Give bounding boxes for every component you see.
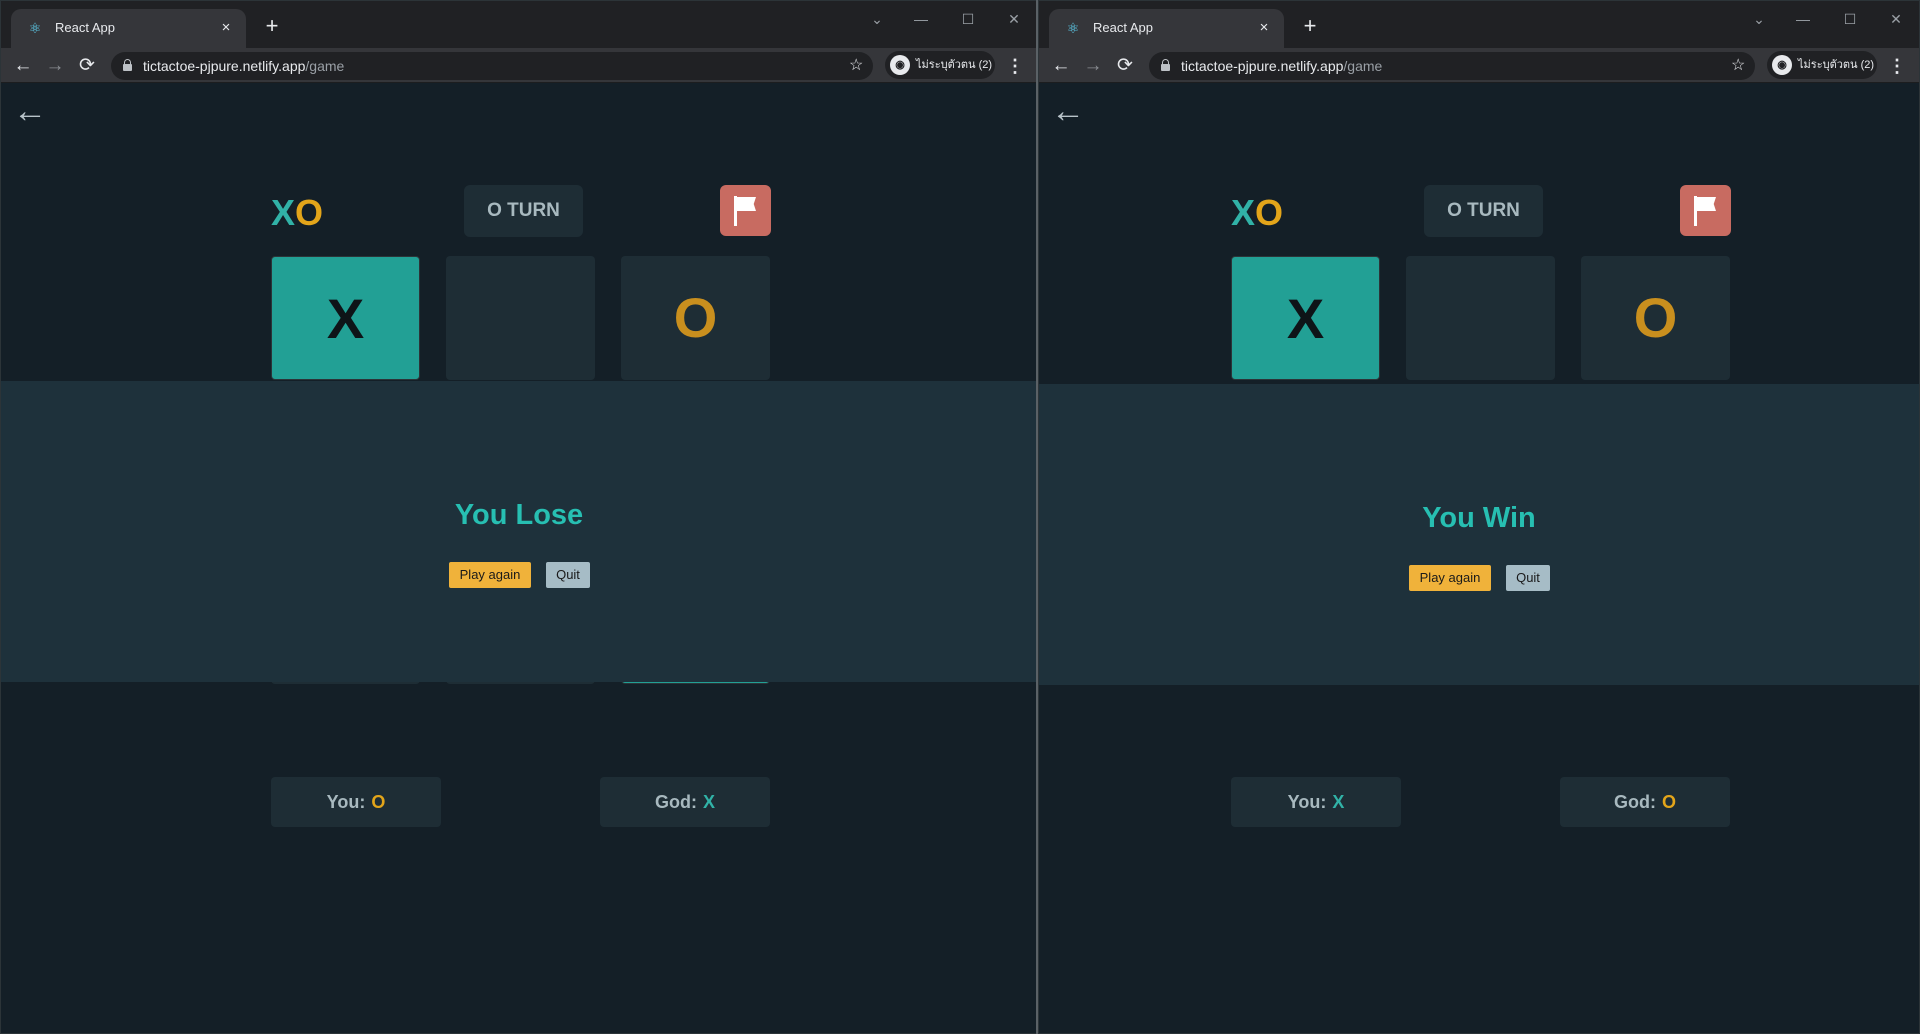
forward-nav-icon[interactable]: → (41, 52, 69, 80)
surrender-button[interactable] (1680, 185, 1731, 236)
screen: ⚛ React App × + ⌄ — ☐ ✕ ← → ⟳ tictactoe-… (0, 0, 1920, 1034)
player-score-god: God: X (600, 777, 770, 827)
incognito-icon: ◉ (890, 55, 910, 75)
address-bar[interactable]: tictactoe-pjpure.netlify.app/game ☆ (111, 52, 873, 80)
play-again-button[interactable]: Play again (449, 562, 531, 588)
browser-tab[interactable]: ⚛ React App × (1049, 9, 1284, 48)
board-cell[interactable]: X (1231, 256, 1380, 380)
url-text: tictactoe-pjpure.netlify.app/game (1181, 58, 1383, 74)
quit-button[interactable]: Quit (1506, 565, 1550, 591)
flag-icon (1694, 196, 1716, 226)
back-arrow-icon[interactable]: ← (1051, 93, 1087, 129)
minimize-icon[interactable]: — (906, 7, 936, 31)
flag-icon (734, 196, 756, 226)
result-title: You Lose (454, 499, 584, 531)
browser-toolbar: ← → ⟳ tictactoe-pjpure.netlify.app/game … (1, 48, 1037, 83)
board-cell[interactable] (1406, 256, 1555, 380)
profile-label: ไม่ระบุตัวตน (2) (916, 59, 993, 71)
incognito-icon: ◉ (1772, 55, 1792, 75)
result-overlay: You Win Play again Quit (1039, 384, 1919, 685)
tab-search-icon[interactable]: ⌄ (862, 7, 892, 31)
board-cell[interactable]: O (1581, 256, 1730, 380)
play-again-button[interactable]: Play again (1409, 565, 1491, 591)
game-page: ← XO O TURN X O X O X You:X God:O (1039, 83, 1919, 1033)
lock-icon (1161, 59, 1170, 72)
back-arrow-icon[interactable]: ← (13, 93, 49, 129)
maximize-icon[interactable]: ☐ (953, 7, 983, 31)
maximize-icon[interactable]: ☐ (1835, 7, 1865, 31)
close-window-icon[interactable]: ✕ (999, 7, 1029, 31)
profile-label: ไม่ระบุตัวตน (2) (1798, 59, 1875, 71)
quit-button[interactable]: Quit (546, 562, 590, 588)
browser-window-right: ⚛ React App × + ⌄ — ☐ ✕ ← → ⟳ tictactoe-… (1038, 0, 1920, 1034)
back-nav-icon[interactable]: ← (9, 52, 37, 80)
game-page: ← XO O TURN X O X O X You:O God:X (1, 83, 1037, 1033)
forward-nav-icon[interactable]: → (1079, 52, 1107, 80)
result-title: You Win (1422, 502, 1536, 534)
player-score-you: You: O (271, 777, 441, 827)
tab-title: React App (1093, 20, 1153, 35)
back-nav-icon[interactable]: ← (1047, 52, 1075, 80)
xo-logo: XO (271, 192, 324, 233)
player-score-god: God: O (1560, 777, 1730, 827)
result-overlay: You Lose Play again Quit (1, 381, 1037, 682)
url-text: tictactoe-pjpure.netlify.app/game (143, 58, 345, 74)
board-cell[interactable]: X (271, 256, 420, 380)
tab-close-icon[interactable]: × (1254, 18, 1274, 38)
tab-bar: ⚛ React App × + ⌄ — ☐ ✕ (1, 1, 1037, 48)
turn-indicator: O TURN (1424, 185, 1543, 237)
bookmark-star-icon[interactable]: ☆ (1731, 57, 1745, 75)
browser-toolbar: ← → ⟳ tictactoe-pjpure.netlify.app/game … (1039, 48, 1919, 83)
board-cell[interactable] (446, 256, 595, 380)
tab-close-icon[interactable]: × (216, 18, 236, 38)
tab-title: React App (55, 20, 115, 35)
react-favicon-icon: ⚛ (28, 20, 42, 36)
bookmark-star-icon[interactable]: ☆ (849, 57, 863, 75)
tab-bar: ⚛ React App × + ⌄ — ☐ ✕ (1039, 1, 1919, 48)
browser-window-left: ⚛ React App × + ⌄ — ☐ ✕ ← → ⟳ tictactoe-… (0, 0, 1038, 1034)
tab-search-icon[interactable]: ⌄ (1744, 7, 1774, 31)
lock-icon (123, 59, 132, 72)
reload-icon[interactable]: ⟳ (73, 52, 101, 80)
close-window-icon[interactable]: ✕ (1881, 7, 1911, 31)
browser-menu-icon[interactable]: ⋮ (1005, 52, 1025, 80)
react-favicon-icon: ⚛ (1066, 20, 1080, 36)
surrender-button[interactable] (720, 185, 771, 236)
new-tab-button[interactable]: + (259, 14, 285, 40)
xo-logo: XO (1231, 192, 1284, 233)
incognito-profile-chip[interactable]: ◉ ไม่ระบุตัวตน (2) (1767, 51, 1877, 79)
turn-indicator: O TURN (464, 185, 583, 237)
reload-icon[interactable]: ⟳ (1111, 52, 1139, 80)
browser-menu-icon[interactable]: ⋮ (1887, 52, 1907, 80)
new-tab-button[interactable]: + (1297, 14, 1323, 40)
board-cell[interactable]: O (621, 256, 770, 380)
incognito-profile-chip[interactable]: ◉ ไม่ระบุตัวตน (2) (885, 51, 995, 79)
address-bar[interactable]: tictactoe-pjpure.netlify.app/game ☆ (1149, 52, 1755, 80)
minimize-icon[interactable]: — (1788, 7, 1818, 31)
player-score-you: You: X (1231, 777, 1401, 827)
browser-tab[interactable]: ⚛ React App × (11, 9, 246, 48)
